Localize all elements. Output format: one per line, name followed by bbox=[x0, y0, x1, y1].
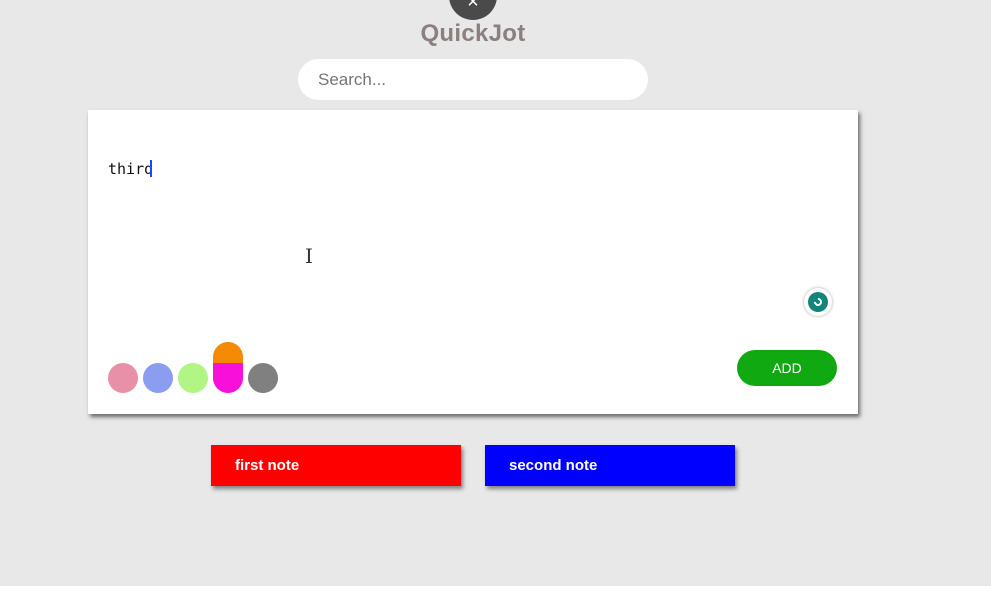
add-button[interactable]: ADD bbox=[737, 350, 837, 386]
text-cursor-icon: I bbox=[305, 244, 313, 268]
note-editor: third I ADD bbox=[88, 110, 858, 414]
note-title: first note bbox=[235, 457, 300, 474]
color-swatch-pink[interactable] bbox=[108, 363, 138, 393]
note-title: second note bbox=[509, 457, 598, 474]
text-caret bbox=[150, 160, 153, 177]
note-text: third bbox=[108, 160, 154, 178]
color-swatch-green[interactable] bbox=[178, 363, 208, 393]
selected-swatch-top bbox=[213, 342, 243, 363]
app-title: QuickJot bbox=[420, 20, 526, 47]
close-icon[interactable]: × bbox=[449, 0, 497, 20]
search-input[interactable] bbox=[298, 59, 648, 100]
color-swatch-gray[interactable] bbox=[248, 363, 278, 393]
page: × QuickJot third I ADD first note second… bbox=[0, 0, 991, 589]
note-card-first[interactable]: first note bbox=[211, 445, 461, 486]
color-swatch-selected[interactable] bbox=[213, 342, 243, 393]
note-card-second[interactable]: second note bbox=[485, 445, 735, 486]
color-swatch-blue[interactable] bbox=[143, 363, 173, 393]
note-text-input[interactable]: third bbox=[108, 160, 153, 178]
grammar-check-icon[interactable] bbox=[804, 288, 832, 316]
selected-swatch-bottom bbox=[213, 363, 243, 393]
